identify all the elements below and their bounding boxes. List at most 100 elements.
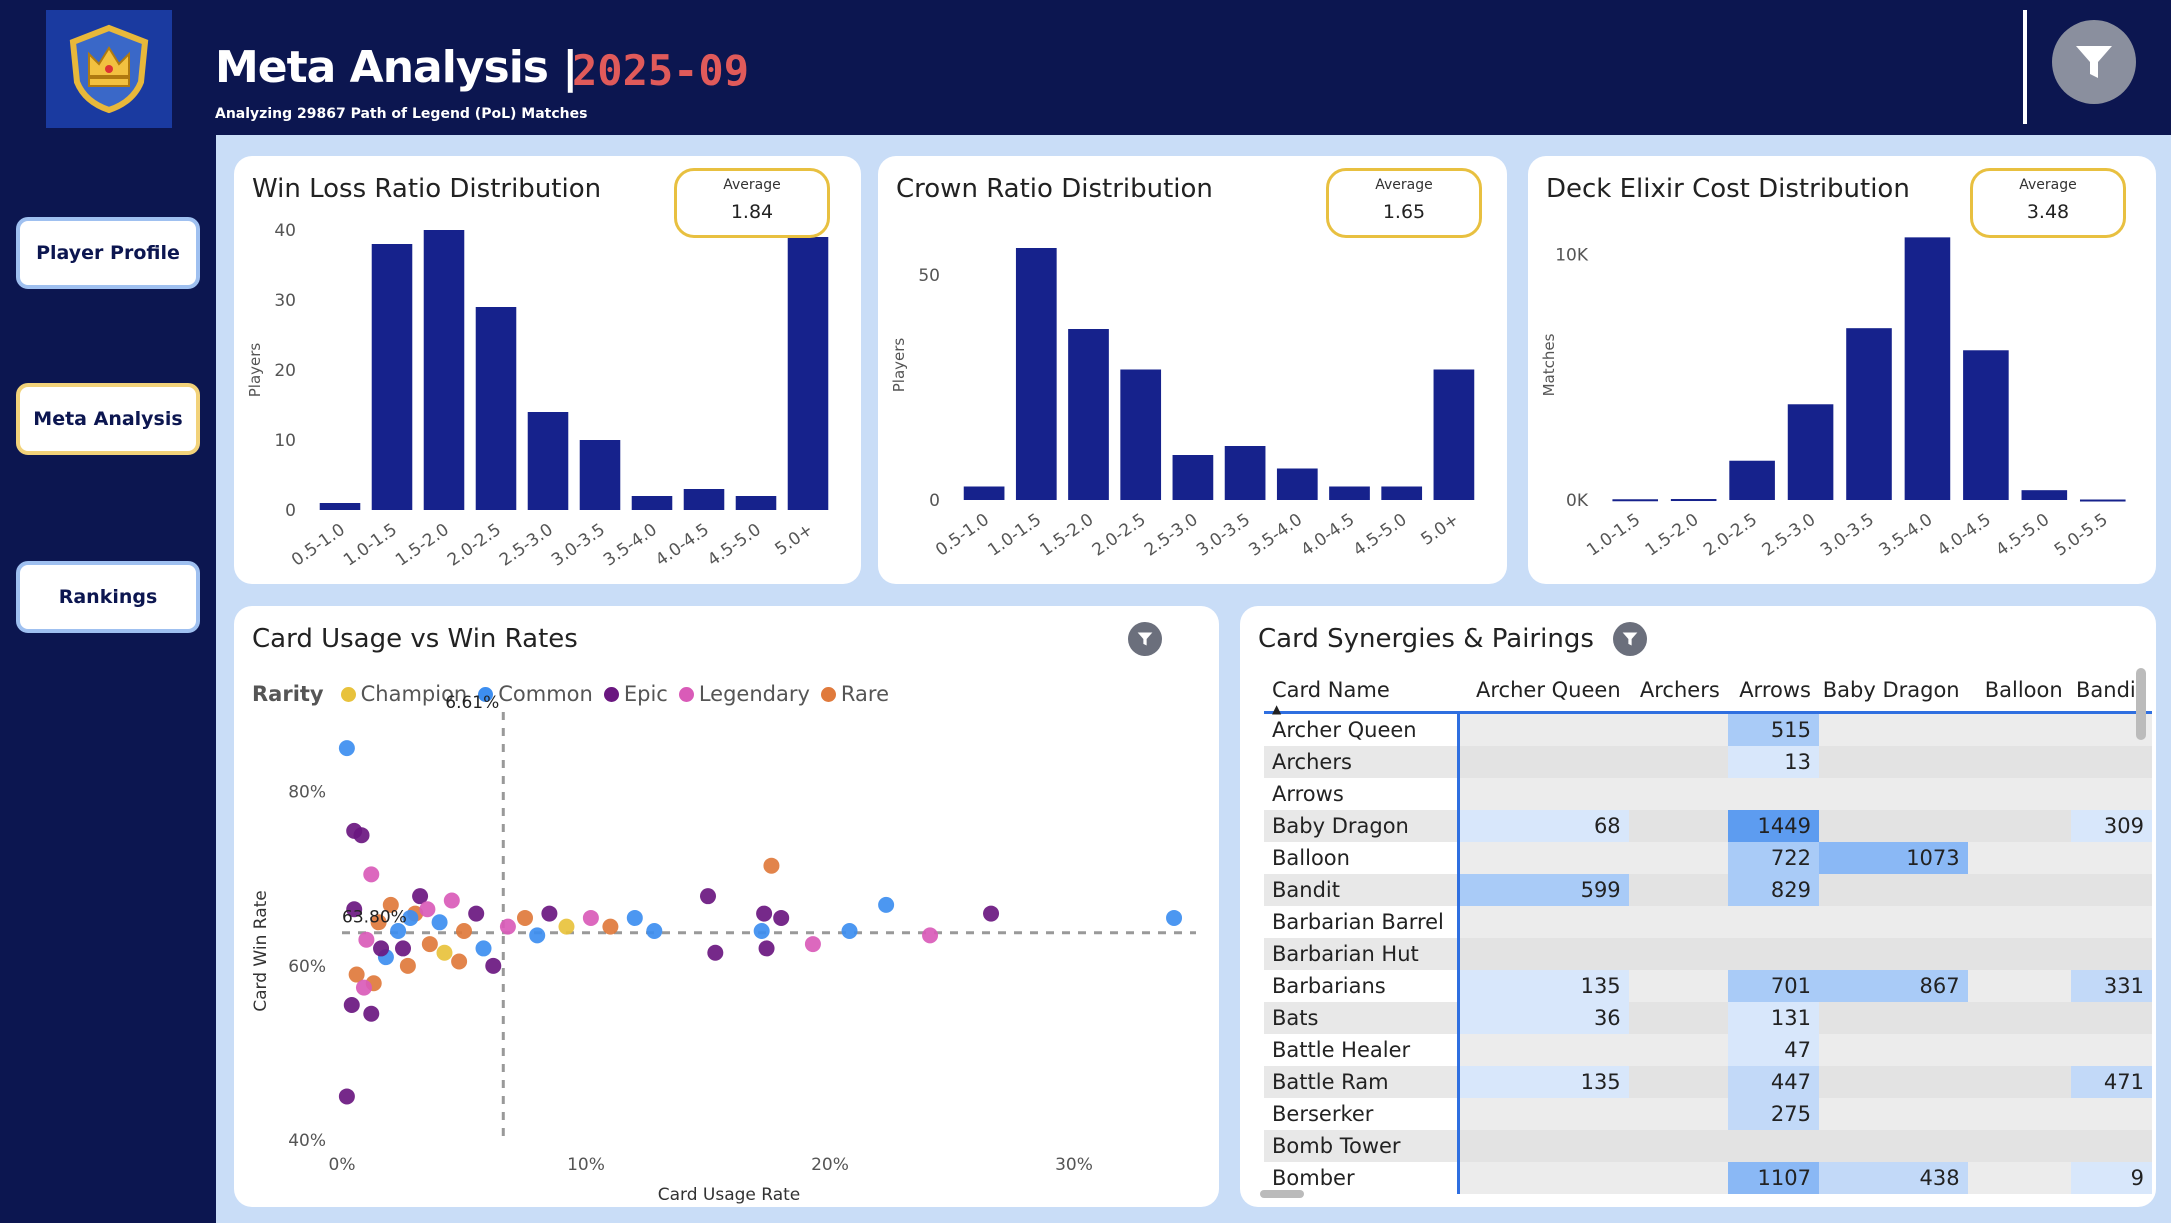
win-loss-ratio-card: Win Loss Ratio Distribution Average 1.84… [234,156,861,584]
column-header[interactable]: Balloon [1968,678,2071,702]
row-header-label: Card Name [1272,677,1390,702]
sort-ascending-icon: ▲ [1272,701,1282,716]
row-label: Archers [1264,746,1461,778]
table-row[interactable]: Barbarian Barrel [1264,906,2152,938]
column-header[interactable]: Arrows [1728,678,1819,702]
x-tick-label: 2.0-2.5 [444,520,505,571]
scatter-point [451,953,468,970]
table-row[interactable]: Balloon 722 1073 [1264,842,2152,874]
table-cell: 331 [2070,970,2152,1002]
scatter-point [363,866,380,883]
table-cell [1967,714,2071,746]
x-tick-label: 0.5-1.0 [932,510,993,561]
table-cell [1967,1098,2071,1130]
table-cell [2070,906,2152,938]
table-row[interactable]: Bomber 1107 438 9 [1264,1162,2152,1194]
x-tick-label: 3.0-3.5 [548,520,609,571]
average-label: Average [1375,177,1433,193]
table-row[interactable]: Battle Healer 47 [1264,1034,2152,1066]
scatter-point [646,923,663,939]
scatter-point [353,827,370,844]
filter-icon[interactable] [2052,20,2136,104]
card-usage-card: Card Usage vs Win Rates Rarity Champion … [234,606,1219,1207]
table-row[interactable]: Bandit 599 829 [1264,874,2152,906]
table-cell: 447 [1727,1066,1819,1098]
table-row[interactable]: Archer Queen 515 [1264,714,2152,746]
table-cell: 9 [2070,1162,2152,1194]
table-cell [2070,1002,2152,1034]
table-cell [1727,1130,1819,1162]
table-cell [1727,778,1819,810]
reference-label-x: 6.61% [445,693,499,713]
x-tick-label: 2.5-3.0 [1141,510,1202,561]
scatter-point [541,905,558,922]
nav-rankings-button[interactable]: Rankings [16,561,200,633]
table-row[interactable]: Baby Dragon 68 1449 309 [1264,810,2152,842]
nav-meta-analysis-button[interactable]: Meta Analysis [16,383,200,455]
table-cell [1628,1034,1728,1066]
table-cell: 13 [1727,746,1819,778]
nav-player-profile-button[interactable]: Player Profile [16,217,200,289]
bar [1224,446,1266,500]
bar [579,440,621,510]
table-cell [1460,1034,1629,1066]
row-label: Battle Ram [1264,1066,1461,1098]
y-tick-label: 10K [1555,246,1589,266]
table-cell: 135 [1460,1066,1629,1098]
filter-icon[interactable] [1613,622,1647,656]
table-cell [1819,778,1968,810]
table-row[interactable]: Berserker 275 [1264,1098,2152,1130]
table-row[interactable]: Battle Ram 135 447 471 [1264,1066,2152,1098]
table-row[interactable]: Barbarians 135 701 867 331 [1264,970,2152,1002]
average-value: 3.48 [2026,201,2070,223]
vertical-scrollbar[interactable] [2136,668,2146,740]
y-tick-label: 80% [288,783,326,803]
horizontal-scrollbar[interactable] [1260,1190,1304,1198]
average-value: 1.84 [730,201,774,223]
table-cell [1628,714,1728,746]
column-header[interactable]: Archer Queen [1460,678,1628,702]
matrix-body: Archer Queen 515 Archers 13 Arrows Baby Drago… [1264,714,2152,1194]
bar [963,486,1005,500]
table-cell [1967,1034,2071,1066]
column-header[interactable]: Baby Dragon [1819,678,1968,702]
scatter-point [436,944,453,961]
table-cell [1967,778,2071,810]
x-tick-label: 4.5-5.0 [704,520,765,571]
table-cell [1460,746,1629,778]
scatter-point [558,918,575,935]
x-tick-label: 3.5-4.0 [600,520,661,571]
scatter-point [343,997,360,1014]
table-row[interactable]: Arrows [1264,778,2152,810]
table-row[interactable]: Bats 36 131 [1264,1002,2152,1034]
table-cell: 722 [1727,842,1819,874]
table-row[interactable]: Bomb Tower [1264,1130,2152,1162]
table-cell [1967,1130,2071,1162]
table-cell: 135 [1460,970,1629,1002]
bar [1068,329,1109,500]
table-cell [2070,1130,2152,1162]
scatter-point [983,905,1000,922]
table-cell: 309 [2070,810,2152,842]
scatter-point [804,936,821,953]
table-row[interactable]: Archers 13 [1264,746,2152,778]
x-tick-label: 5.0-5.5 [2051,510,2112,561]
column-header[interactable]: Archers [1629,678,1728,702]
table-cell: 1107 [1727,1162,1819,1194]
x-tick-label: 0% [329,1155,356,1175]
table-cell [1967,970,2071,1002]
table-row[interactable]: Barbarian Hut [1264,938,2152,970]
table-cell: 599 [1460,874,1629,906]
bar [631,496,673,510]
bar [1015,248,1057,500]
table-cell [1819,906,1968,938]
x-tick-label: 3.0-3.5 [1193,510,1254,561]
column-header-card-name[interactable]: Card Name ▲ [1264,677,1460,716]
x-tick-label: 4.5-5.0 [1992,510,2053,561]
scatter-point [419,901,436,918]
bar [1381,486,1423,500]
bar [475,307,517,510]
table-cell [1819,1066,1968,1098]
table-cell [1967,842,2071,874]
x-tick-label: 0.5-1.0 [288,520,349,571]
